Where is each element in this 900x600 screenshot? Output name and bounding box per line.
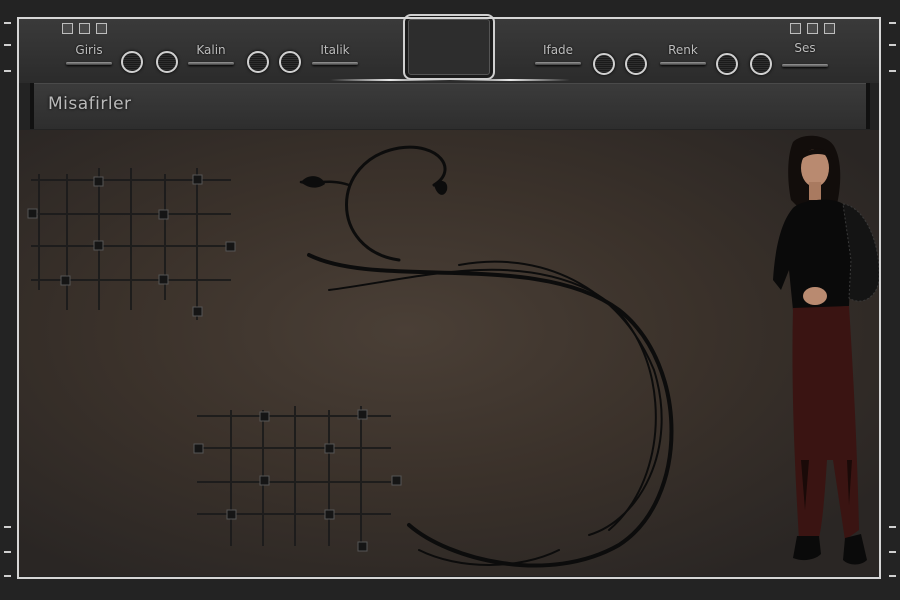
rail-tick-icon <box>889 44 896 46</box>
rail-tick-icon <box>4 526 11 528</box>
rail-tick-icon <box>4 551 11 553</box>
guestbook-window: Giris Kalin Italik Ifade Renk Ses Misafi… <box>0 0 900 600</box>
rail-tick-icon <box>4 22 11 24</box>
rail-tick-icon <box>4 70 11 72</box>
rail-tick-icon <box>889 70 896 72</box>
rail-tick-icon <box>4 44 11 46</box>
window-frame <box>17 17 881 579</box>
rail-tick-icon <box>889 22 896 24</box>
rail-tick-icon <box>4 575 11 577</box>
